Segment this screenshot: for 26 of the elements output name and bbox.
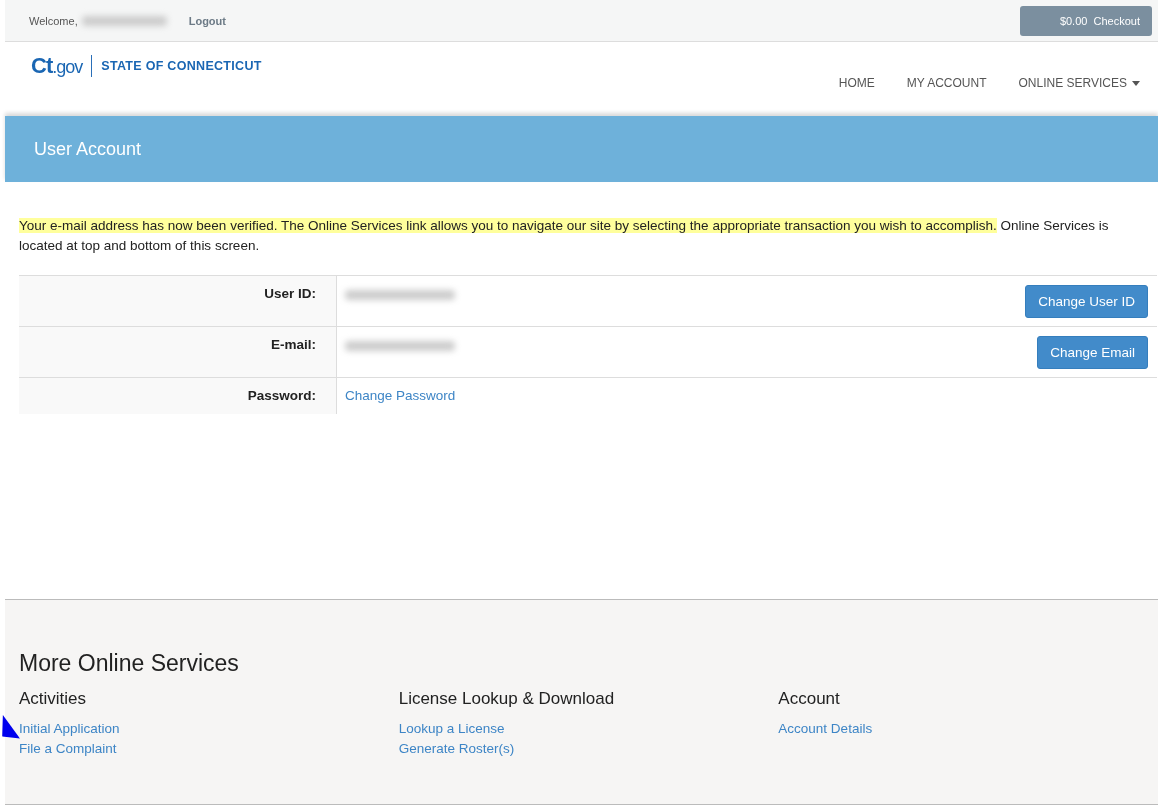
footer-title: More Online Services — [19, 650, 240, 677]
footer-link[interactable]: Account Details — [778, 719, 873, 739]
logout-link[interactable]: Logout — [188, 14, 226, 27]
change-button[interactable]: Change Email — [1037, 336, 1148, 369]
footer-link[interactable]: Initial Application — [19, 719, 120, 739]
welcome-text: Welcome, — [29, 14, 78, 27]
nav-link[interactable]: MY ACCOUNT — [906, 76, 987, 90]
nav-link[interactable]: HOME — [838, 76, 875, 90]
column-heading: Activities — [19, 689, 87, 709]
field-label: User ID: — [264, 286, 316, 301]
change-button[interactable]: Change User ID — [1025, 285, 1148, 318]
field-label: E-mail: — [271, 337, 316, 352]
column-heading: Account — [778, 689, 840, 709]
nav-link[interactable]: ONLINE SERVICES — [1018, 76, 1140, 90]
column-heading: License Lookup & Download — [398, 689, 615, 709]
checkout-button[interactable]: $0.00 Checkout — [1020, 5, 1152, 36]
caret-icon — [1132, 80, 1140, 86]
footer-link[interactable]: Lookup a License — [398, 719, 505, 739]
logo-mark[interactable]: Ct.gov — [31, 53, 83, 79]
page-title: User Account — [34, 138, 142, 160]
verification-message: Your e-mail address has now been verified. The Online Services link allows you to navigate our site by selecting the appropriate transaction you wish to accomplish. Online Services is located at top and bottom of this screen. — [19, 217, 1110, 255]
field-label: Password: — [247, 388, 316, 403]
footer-link[interactable]: Generate Roster(s) — [398, 739, 515, 759]
footer-link[interactable]: File a Complaint — [19, 739, 117, 759]
site-title[interactable]: STATE OF CONNECTICUT — [101, 59, 262, 73]
change-password-link[interactable]: Change Password — [345, 388, 456, 403]
